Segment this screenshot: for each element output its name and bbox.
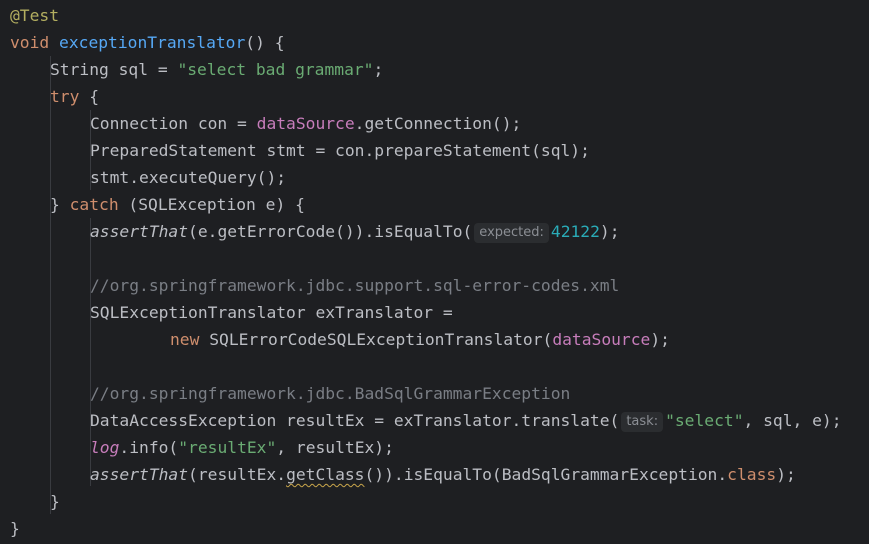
code-line-8[interactable]: } catch (SQLException e) { — [50, 191, 305, 218]
field-token: dataSource — [256, 114, 355, 133]
code-line-13[interactable]: new SQLErrorCodeSQLExceptionTranslator(d… — [170, 326, 670, 353]
code-editor[interactable]: @Test void exceptionTranslator() { Strin… — [0, 0, 869, 544]
static-method-token: assertThat — [90, 222, 189, 241]
code-text: () { — [245, 33, 285, 52]
comment-token: //org.springframework.jdbc.BadSqlGrammar… — [90, 384, 571, 403]
code-line-18[interactable]: assertThat(resultEx.getClass()).isEqualT… — [90, 461, 796, 488]
code-text: SQLExceptionTranslator exTranslator = — [90, 303, 453, 322]
annotation-token: @Test — [10, 6, 60, 25]
method-name: exceptionTranslator — [59, 33, 246, 52]
code-line-7[interactable]: stmt.executeQuery(); — [90, 164, 286, 191]
string-token: "select bad grammar" — [177, 60, 374, 79]
code-text: (resultEx. — [188, 465, 287, 484]
code-text: , sql, e); — [743, 411, 842, 430]
code-text: ); — [650, 330, 670, 349]
code-text: ); — [776, 465, 796, 484]
string-token: "select" — [665, 411, 744, 430]
code-text: .info( — [119, 438, 179, 457]
code-line-6[interactable]: PreparedStatement stmt = con.prepareStat… — [90, 137, 590, 164]
code-text: String sql = — [50, 60, 178, 79]
keyword-token: try — [50, 87, 80, 106]
keyword-token: catch — [69, 195, 119, 214]
code-line-5[interactable]: Connection con = dataSource.getConnectio… — [90, 110, 521, 137]
code-text: { — [79, 87, 100, 106]
code-text: ; — [373, 60, 384, 79]
code-text: stmt.executeQuery(); — [90, 168, 287, 187]
warning-squiggle-token[interactable]: getClass — [286, 465, 364, 484]
indent-guide — [50, 56, 51, 514]
code-text: , resultEx); — [276, 438, 394, 457]
code-line-1[interactable]: @Test — [10, 2, 59, 29]
code-text: (e.getErrorCode()).isEqualTo( — [188, 222, 473, 241]
code-line-19[interactable]: } — [50, 488, 60, 515]
code-text: DataAccessException resultEx = exTransla… — [90, 411, 620, 430]
field-token: dataSource — [552, 330, 651, 349]
code-line-15[interactable]: //org.springframework.jdbc.BadSqlGrammar… — [90, 380, 570, 407]
code-text: (SQLException e) { — [118, 195, 305, 214]
code-line-17[interactable]: log.info("resultEx", resultEx); — [90, 434, 394, 461]
code-line-16[interactable]: DataAccessException resultEx = exTransla… — [90, 407, 842, 434]
keyword-token: new — [170, 330, 200, 349]
code-text: .getConnection(); — [354, 114, 522, 133]
parameter-hint: expected: — [474, 223, 549, 243]
code-line-2[interactable]: void exceptionTranslator() { — [10, 29, 285, 56]
code-text: SQLErrorCodeSQLExceptionTranslator( — [199, 330, 553, 349]
code-text: Connection con = — [90, 114, 257, 133]
keyword-token: class — [727, 465, 777, 484]
code-text: } — [10, 519, 20, 538]
keyword-token: void — [10, 33, 50, 52]
code-line-4[interactable]: try { — [50, 83, 99, 110]
code-text: PreparedStatement stmt = con.prepareStat… — [90, 141, 590, 160]
field-token: log — [90, 438, 120, 457]
comment-token: //org.springframework.jdbc.support.sql-e… — [90, 276, 620, 295]
code-text: ()).isEqualTo(BadSqlGrammarException. — [364, 465, 728, 484]
code-line-9[interactable]: assertThat(e.getErrorCode()).isEqualTo(e… — [90, 218, 620, 245]
code-text: ); — [599, 222, 620, 241]
code-text: } — [50, 492, 60, 511]
code-line-12[interactable]: SQLExceptionTranslator exTranslator = — [90, 299, 453, 326]
static-method-token: assertThat — [90, 465, 189, 484]
code-text: } — [50, 195, 70, 214]
parameter-hint: task: — [621, 412, 664, 432]
code-line-3[interactable]: String sql = "select bad grammar"; — [50, 56, 383, 83]
code-line-20[interactable]: } — [10, 515, 20, 542]
string-token: "resultEx" — [178, 438, 277, 457]
code-line-11[interactable]: //org.springframework.jdbc.support.sql-e… — [90, 272, 619, 299]
number-token: 42122 — [550, 222, 600, 241]
